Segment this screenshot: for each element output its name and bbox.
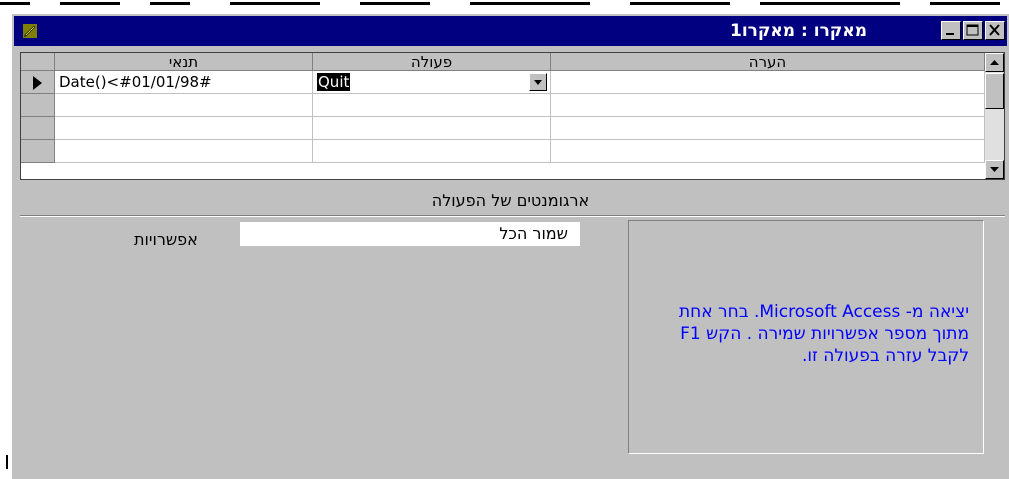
row-selector[interactable] [21,117,55,140]
close-icon [989,24,1000,36]
minimize-icon [946,33,954,35]
scroll-thumb[interactable] [985,73,1004,109]
options-label: אפשרויות [134,230,198,249]
row-selector[interactable] [21,94,55,117]
comment-cell[interactable] [551,140,985,163]
action-cell-combo[interactable]: Quit [313,71,551,94]
comment-cell[interactable] [551,117,985,140]
maximize-button[interactable] [963,21,983,40]
current-row-arrow-icon [33,76,42,90]
options-field[interactable]: שמור הכל [240,222,580,246]
action-arguments-heading: ארגומנטים של הפעולה [431,191,590,210]
background-window-strip [0,0,1009,14]
maximize-icon [966,24,979,36]
vertical-scrollbar[interactable] [985,53,1004,179]
condition-cell[interactable] [55,140,313,163]
comment-cell[interactable] [551,71,985,94]
section-divider [20,215,1005,217]
scroll-up-button[interactable] [985,53,1004,72]
column-header-comment[interactable]: הערה [551,53,985,71]
condition-cell[interactable] [55,117,313,140]
chevron-down-icon [534,80,542,85]
condition-cell[interactable]: Date()<#01/01/98# [55,71,313,94]
column-header-action[interactable]: פעולה [313,53,551,71]
comment-cell[interactable] [551,94,985,117]
macro-pencil-icon[interactable] [22,23,38,39]
window-title: מאקרו : מאקרו1 [729,21,867,41]
minimize-button[interactable] [941,21,961,40]
help-text: יציאה מ- Microsoft Access. בחר אחת מתוך … [678,302,969,366]
help-panel: יציאה מ- Microsoft Access. בחר אחת מתוך … [628,220,984,454]
macro-window: מאקרו : מאקרו1 תנאי פעולה הערה Date()<#0… [12,14,1009,479]
arrow-up-icon [990,60,999,65]
macro-design-grid: תנאי פעולה הערה Date()<#01/01/98# Quit [20,52,1005,180]
grid-corner-selector[interactable] [21,53,55,71]
arrow-down-icon [990,167,999,172]
action-cell[interactable] [313,140,551,163]
action-cell[interactable] [313,94,551,117]
row-selector-current[interactable] [21,71,55,94]
action-dropdown-button[interactable] [529,73,547,91]
close-button[interactable] [985,21,1005,40]
column-header-condition[interactable]: תנאי [55,53,313,71]
title-bar[interactable]: מאקרו : מאקרו1 [14,16,1007,46]
scroll-down-button[interactable] [985,160,1004,179]
condition-cell[interactable] [55,94,313,117]
row-selector[interactable] [21,140,55,163]
action-selected-value: Quit [317,73,351,91]
resize-edge-mark [6,455,8,469]
action-cell[interactable] [313,117,551,140]
